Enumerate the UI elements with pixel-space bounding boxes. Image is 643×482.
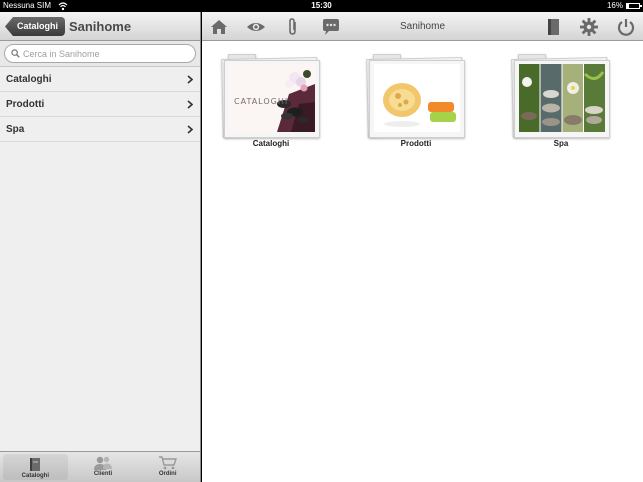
master-panel: Cataloghi Sanihome Cataloghi Prodotti Sp…: [0, 12, 201, 482]
detail-panel: Sanihome CATALOGHI Cataloghi Prodotti Sp…: [202, 12, 643, 482]
gear-icon[interactable]: [579, 17, 599, 37]
tab-label: Cataloghi: [21, 473, 49, 479]
chevron-right-icon: [187, 125, 193, 134]
menu-item-label: Spa: [6, 124, 25, 135]
chevron-right-icon: [187, 75, 193, 84]
menu-item-label: Prodotti: [6, 99, 45, 110]
folder-caption: Cataloghi: [252, 139, 290, 148]
menu-item-cataloghi[interactable]: Cataloghi: [0, 67, 200, 92]
folder-caption: Spa: [553, 139, 569, 148]
detail-title: Sanihome: [399, 21, 446, 32]
people-icon: [94, 456, 112, 470]
status-bar: Nessuna SIM 15:30 16%: [0, 0, 643, 12]
folder-caption: Prodotti: [400, 139, 432, 148]
tab-label: Clienti: [93, 471, 113, 477]
tab-bar: Cataloghi Clienti Ordini: [0, 451, 200, 482]
folder-stack: CATALOGHI: [220, 54, 322, 138]
prodotti-thumbnail: [374, 64, 460, 132]
menu-item-prodotti[interactable]: Prodotti: [0, 92, 200, 117]
search-input[interactable]: [23, 46, 189, 61]
tab-label: Ordini: [158, 471, 177, 477]
search-icon: [11, 49, 20, 58]
chevron-right-icon: [187, 100, 193, 109]
battery-icon: [626, 3, 642, 9]
menu-item-spa[interactable]: Spa: [0, 117, 200, 142]
folder-prodotti[interactable]: Prodotti: [362, 54, 470, 148]
menu-item-label: Cataloghi: [6, 74, 52, 85]
folder-cataloghi[interactable]: CATALOGHI Cataloghi: [217, 54, 325, 148]
master-title-text: Sanihome: [68, 19, 132, 34]
cataloghi-photo-text: CATALOGHI: [234, 97, 288, 106]
master-title: Sanihome: [0, 12, 200, 41]
book-icon[interactable]: [543, 17, 563, 37]
detail-toolbar: Sanihome: [202, 12, 643, 41]
cart-icon: [158, 456, 177, 470]
tab-cataloghi[interactable]: Cataloghi: [3, 454, 68, 480]
spa-thumbnail: [519, 64, 605, 132]
folder-stack: [365, 54, 467, 138]
tab-ordini[interactable]: Ordini: [135, 452, 200, 482]
search-box[interactable]: [4, 44, 196, 63]
clock: 15:30: [311, 1, 332, 10]
battery-percent: 16%: [606, 1, 623, 10]
power-icon[interactable]: [616, 17, 636, 37]
folder-spa[interactable]: Spa: [507, 54, 615, 148]
master-navbar: Cataloghi Sanihome: [0, 12, 200, 41]
tab-clienti[interactable]: Clienti: [71, 452, 136, 482]
book-icon: [30, 458, 41, 471]
search-bar: [0, 41, 200, 67]
cataloghi-thumbnail: CATALOGHI: [229, 64, 315, 132]
folder-stack: [510, 54, 612, 138]
